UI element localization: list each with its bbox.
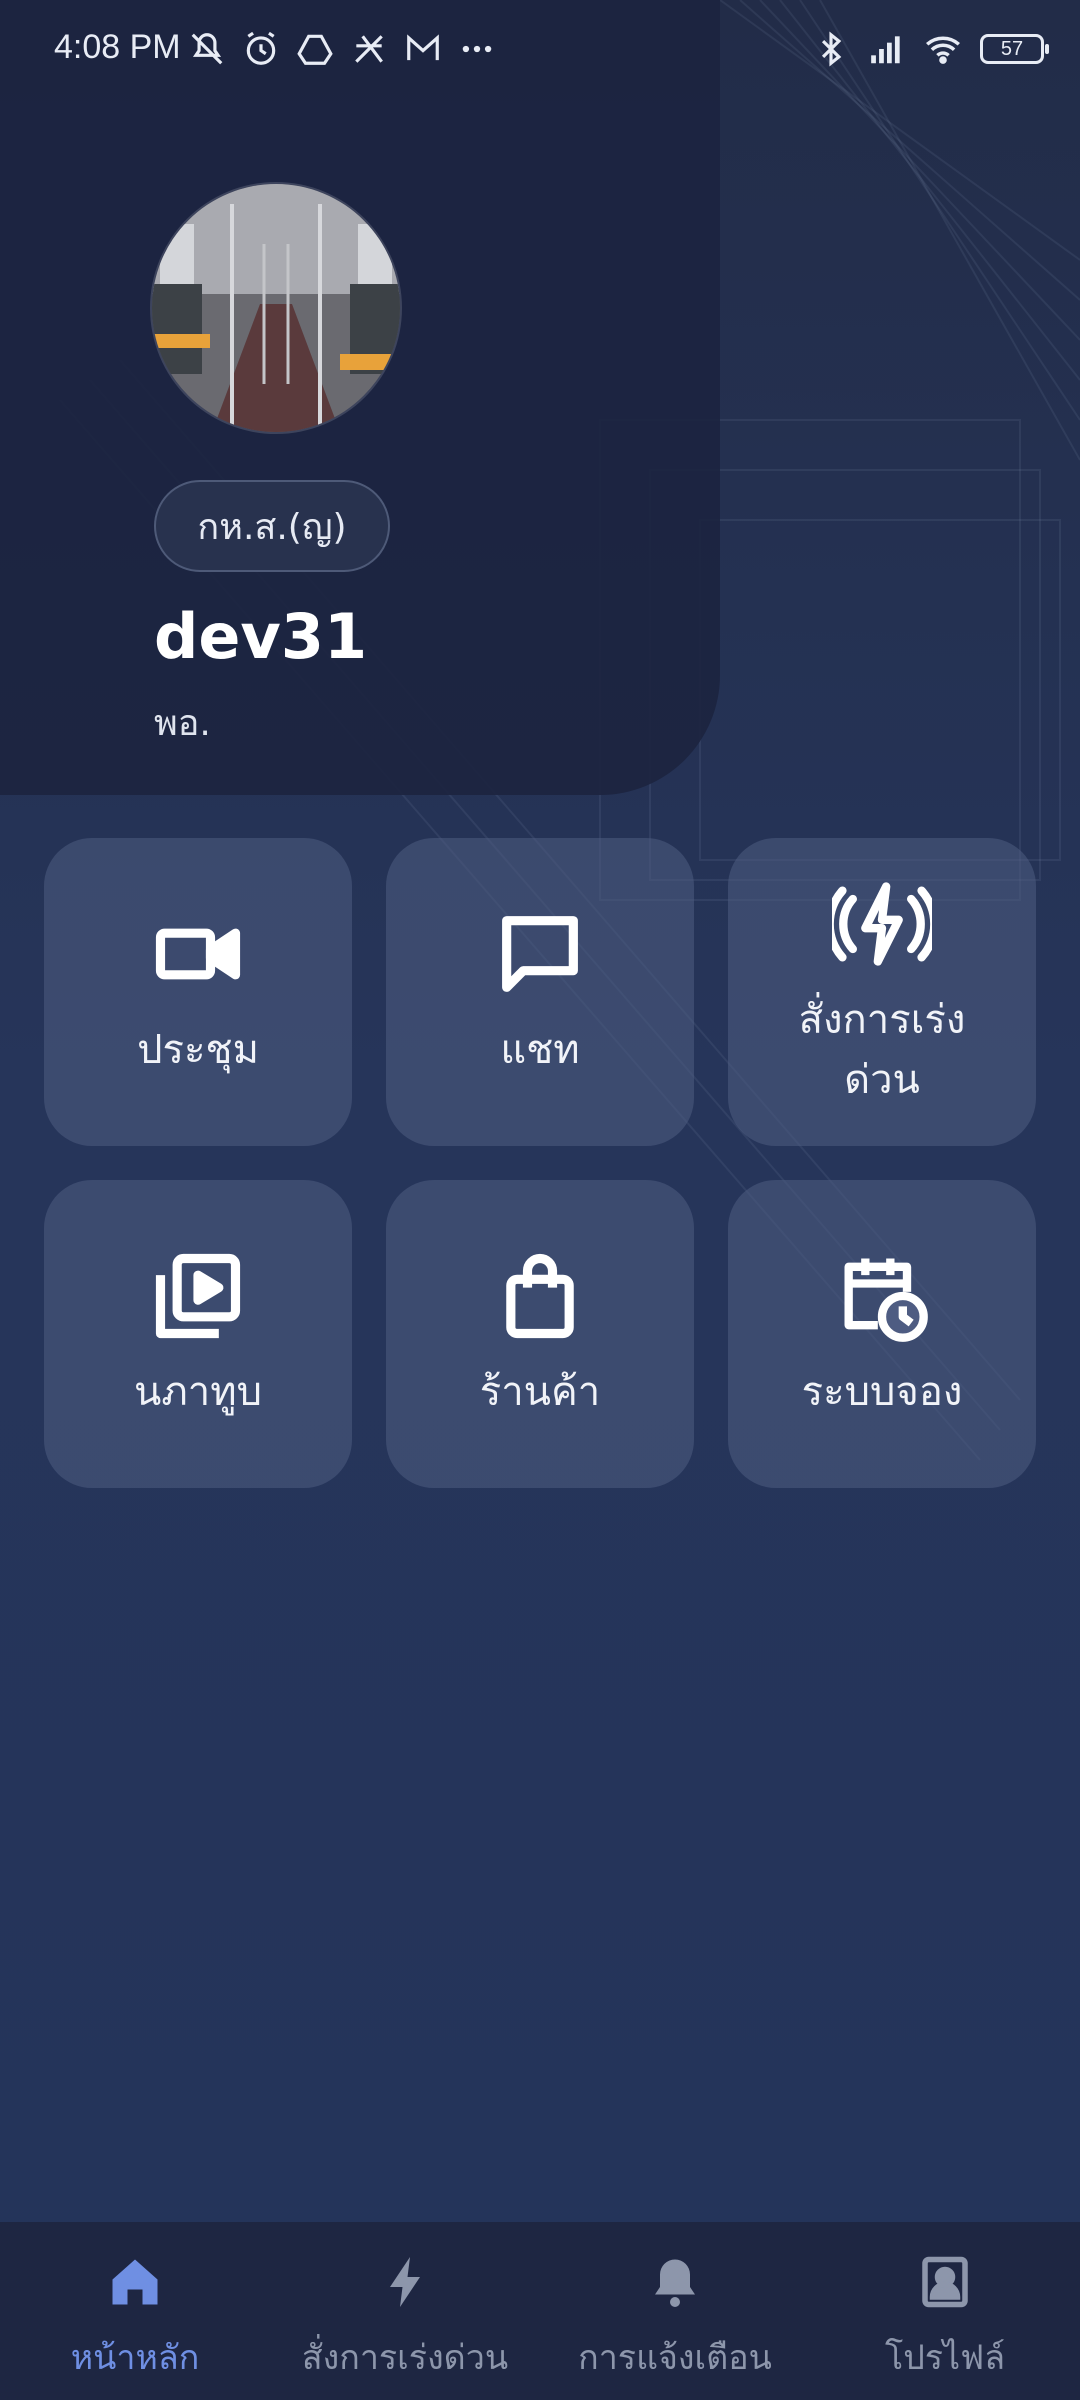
chat-label: แชท — [500, 1027, 580, 1073]
nav-home-label: หน้าหลัก — [70, 2338, 200, 2378]
chat-tile[interactable]: แชท — [386, 838, 694, 1146]
alarm-icon — [246, 31, 276, 65]
more-dots-icon — [462, 45, 492, 53]
drive-icon — [297, 34, 333, 65]
meeting-label: ประชุม — [137, 1027, 259, 1073]
mail-icon — [407, 34, 439, 61]
status-bar: 4:08 PM 57 — [0, 0, 1080, 104]
calendar-clock-icon — [844, 1258, 928, 1342]
urgent-order-label: สั่งการเร่งด่วน — [798, 997, 966, 1103]
meeting-tile[interactable]: ประชุม — [44, 838, 352, 1146]
shop-label: ร้านค้า — [479, 1369, 601, 1415]
nav-profile-label: โปรไฟล์ — [884, 2338, 1006, 2378]
video-camera-icon — [155, 928, 241, 980]
rank-badge: กห.ส.(ญ) — [154, 480, 390, 572]
nav-notifications[interactable]: การแจ้งเตือน — [540, 2252, 810, 2384]
nav-profile[interactable]: โปรไฟล์ — [810, 2252, 1080, 2384]
urgent-order-tile[interactable]: สั่งการเร่งด่วน — [728, 838, 1036, 1146]
booking-label: ระบบจอง — [801, 1369, 963, 1415]
gallery-tile[interactable]: นภาทูบ — [44, 1180, 352, 1488]
avatar[interactable] — [152, 184, 400, 432]
bell-icon — [655, 2259, 695, 2307]
nav-urgent-label: สั่งการเร่งด่วน — [301, 2338, 509, 2378]
gallery-label: นภาทูบ — [134, 1369, 262, 1415]
booking-tile[interactable]: ระบบจอง — [728, 1180, 1036, 1488]
battery-indicator: 57 — [980, 34, 1049, 64]
bluetooth-icon — [821, 31, 842, 67]
user-position: พอ. — [154, 703, 211, 744]
nav-urgent[interactable]: สั่งการเร่งด่วน — [270, 2252, 540, 2384]
lightning-icon — [390, 2257, 420, 2307]
wifi-icon — [926, 36, 960, 64]
video-library-icon — [155, 1253, 241, 1339]
shop-tile[interactable]: ร้านค้า — [386, 1180, 694, 1488]
bottom-navigation: หน้าหลัก สั่งการเร่งด่วน การแจ้งเตือน โป… — [0, 2222, 1080, 2400]
app-icon — [355, 35, 383, 63]
urgent-broadcast-icon — [832, 882, 932, 966]
nav-home[interactable]: หน้าหลัก — [0, 2252, 270, 2384]
home-icon — [112, 2259, 158, 2305]
mute-icon — [191, 33, 223, 65]
username: dev31 — [154, 600, 368, 673]
profile-card-icon — [922, 2256, 968, 2308]
chat-bubble-icon — [502, 916, 578, 992]
nav-notifications-label: การแจ้งเตือน — [578, 2338, 772, 2378]
shopping-bag-icon — [506, 1253, 574, 1339]
avatar-image — [152, 184, 400, 432]
status-time: 4:08 PM — [54, 28, 181, 66]
signal-icon — [871, 36, 900, 64]
